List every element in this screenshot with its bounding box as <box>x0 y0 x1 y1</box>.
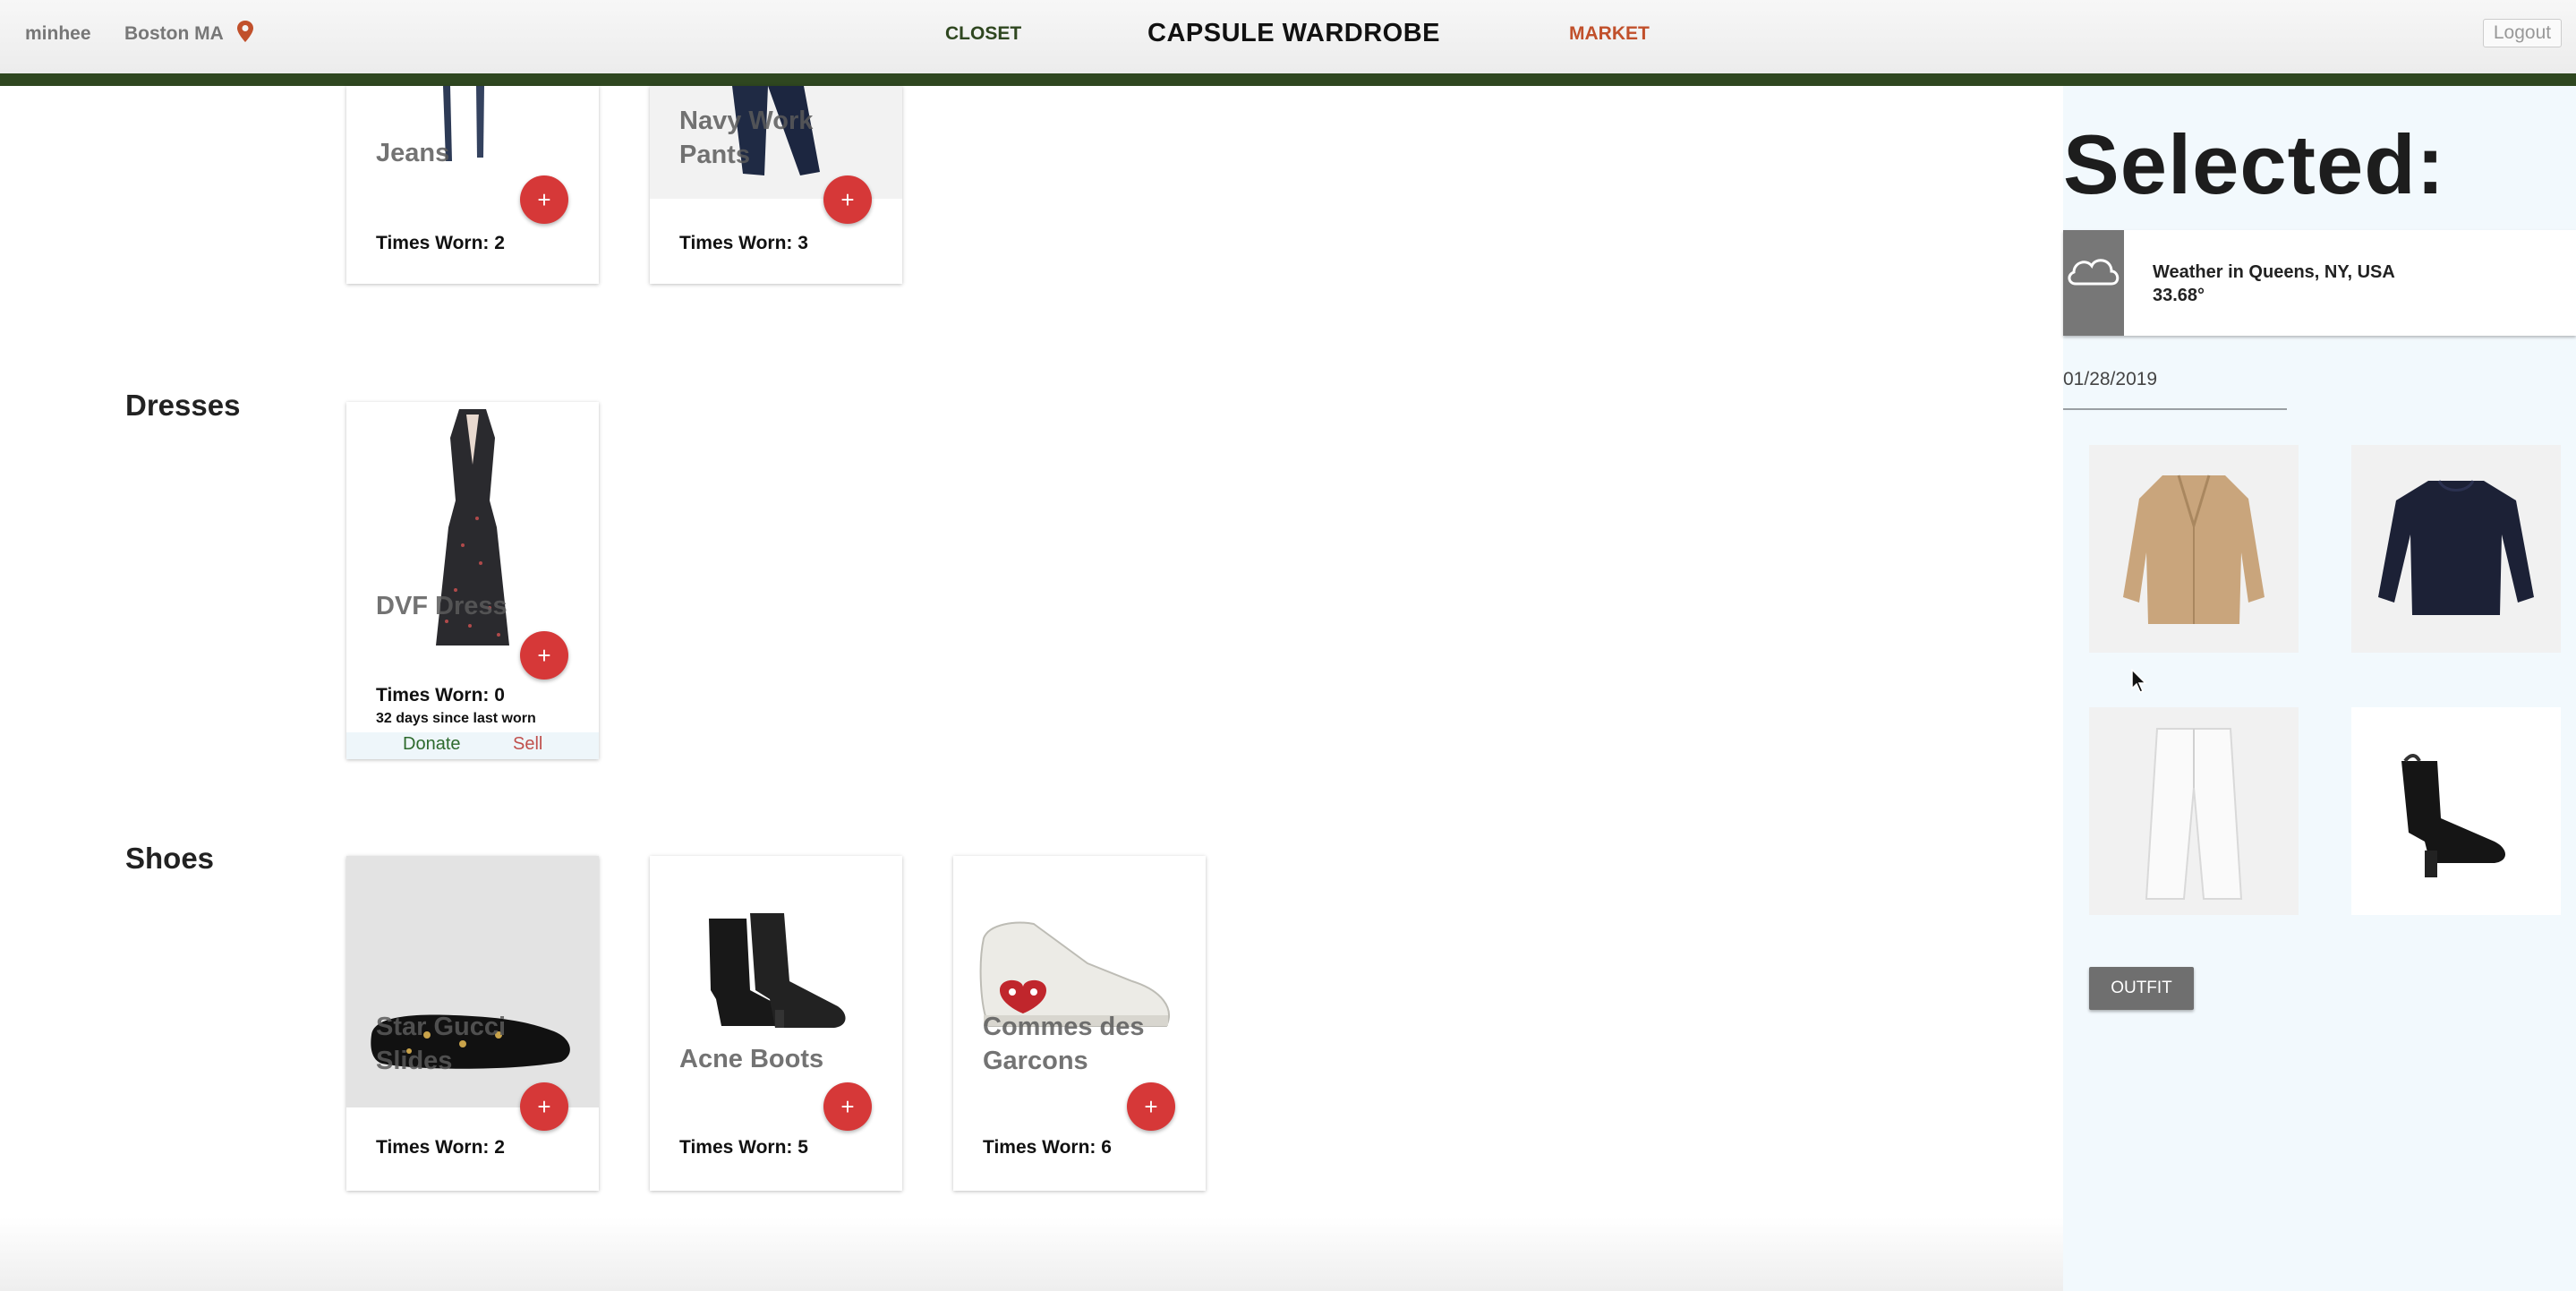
nav-closet-link[interactable]: CLOSET <box>945 24 1021 43</box>
outfit-button[interactable]: OUTFIT <box>2089 967 2194 1010</box>
times-worn: Times Worn: 2 <box>376 1137 505 1158</box>
header-accent-bar <box>0 73 2576 86</box>
section-title-dresses: Dresses <box>125 389 241 422</box>
times-worn: Times Worn: 2 <box>376 233 505 253</box>
plus-icon: + <box>1144 1093 1158 1120</box>
times-worn: Times Worn: 6 <box>983 1137 1112 1158</box>
weather-card: Weather in Queens, NY, USA 33.68° <box>2063 230 2576 336</box>
selected-item-white-pants[interactable] <box>2089 707 2299 915</box>
weather-info: Weather in Queens, NY, USA 33.68° <box>2153 261 2395 307</box>
item-card-jeans[interactable]: Jeans + Times Worn: 2 <box>346 86 599 284</box>
selected-item-navy-sweater[interactable] <box>2351 445 2561 653</box>
plus-icon: + <box>537 186 551 213</box>
item-card-acne-boots[interactable]: Acne Boots + Times Worn: 5 <box>650 856 902 1191</box>
add-to-outfit-button[interactable]: + <box>520 1082 568 1131</box>
days-since-worn: 32 days since last worn <box>376 711 536 726</box>
weather-location: Weather in Queens, NY, USA <box>2153 262 2395 282</box>
user-location: Boston MA <box>124 23 224 44</box>
item-name: DVF Dress <box>376 592 508 620</box>
item-name: Star Gucci Slides <box>376 1013 507 1075</box>
logout-button[interactable]: Logout <box>2483 19 2562 47</box>
add-to-outfit-button[interactable]: + <box>823 175 872 224</box>
selected-item-black-boots[interactable] <box>2351 707 2561 915</box>
add-to-outfit-button[interactable]: + <box>520 175 568 224</box>
weather-icon-box <box>2063 230 2124 336</box>
add-to-outfit-button[interactable]: + <box>1127 1082 1175 1131</box>
sell-link[interactable]: Sell <box>513 734 542 755</box>
username: minhee <box>25 23 91 44</box>
app-title: CAPSULE WARDROBE <box>1147 19 1441 47</box>
selected-title: Selected: <box>2063 117 2445 211</box>
donate-link[interactable]: Donate <box>403 734 461 755</box>
plus-icon: + <box>840 186 855 213</box>
plus-icon: + <box>537 642 551 669</box>
mouse-cursor-icon <box>2131 669 2147 693</box>
add-to-outfit-button[interactable]: + <box>823 1082 872 1131</box>
cloud-icon <box>2068 259 2120 286</box>
item-card-dvf-dress[interactable]: DVF Dress + Times Worn: 0 32 days since … <box>346 402 599 759</box>
top-nav-bar: minhee Boston MA CLOSET CAPSULE WARDROBE… <box>0 0 2576 73</box>
item-name: Acne Boots <box>679 1045 824 1073</box>
item-card-navy-work-pants[interactable]: Navy Work Pants + Times Worn: 3 <box>650 86 902 284</box>
weather-temperature: 33.68° <box>2153 286 2205 305</box>
item-name: Jeans <box>376 139 450 167</box>
item-image-acne-boots <box>650 856 902 1071</box>
location-pin-icon <box>237 21 253 42</box>
section-title-shoes: Shoes <box>125 842 215 875</box>
times-worn: Times Worn: 3 <box>679 233 808 253</box>
nav-market-link[interactable]: MARKET <box>1569 24 1650 43</box>
plus-icon: + <box>840 1093 855 1120</box>
times-worn: Times Worn: 0 <box>376 685 505 705</box>
item-card-star-gucci-slides[interactable]: Star Gucci Slides + Times Worn: 2 <box>346 856 599 1191</box>
times-worn: Times Worn: 5 <box>679 1137 808 1158</box>
selected-item-camel-coat[interactable] <box>2089 445 2299 653</box>
date-input[interactable]: 01/28/2019 <box>2063 369 2287 410</box>
plus-icon: + <box>537 1093 551 1120</box>
item-name: Commes des Garcons <box>983 1013 1145 1075</box>
item-name: Navy Work Pants <box>679 107 814 169</box>
add-to-outfit-button[interactable]: + <box>520 631 568 680</box>
card-actions: Donate Sell <box>346 732 599 759</box>
page-bottom-fade <box>0 1218 2063 1291</box>
item-card-commes-des-garcons[interactable]: Commes des Garcons + Times Worn: 6 <box>953 856 1206 1191</box>
